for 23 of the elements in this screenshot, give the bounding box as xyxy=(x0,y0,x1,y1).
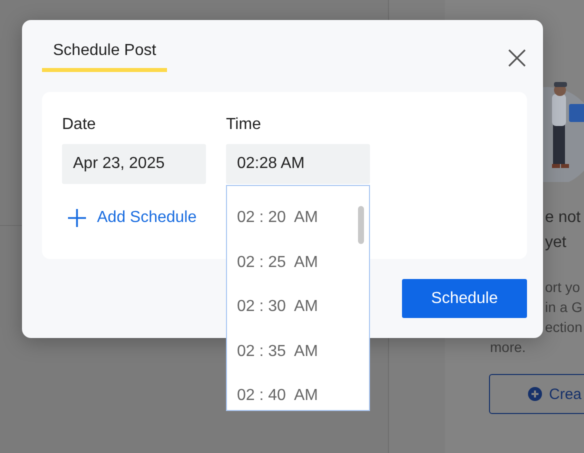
time-option[interactable]: 02 : 40 AM xyxy=(227,376,369,410)
field-label: Date xyxy=(62,116,97,135)
time-option[interactable]: 02 : 30 AM xyxy=(227,287,369,332)
empty-state-title: yet xyxy=(545,233,568,253)
empty-state-text: in a G xyxy=(545,298,584,317)
schedule-button[interactable]: Schedule xyxy=(402,279,527,318)
empty-state-title: e not xyxy=(545,208,582,228)
scrollbar-thumb[interactable] xyxy=(358,206,364,244)
time-option[interactable]: 02 : 35 AM xyxy=(227,332,369,376)
empty-state-text: ection xyxy=(545,318,584,337)
time-option[interactable]: 02 : 20 AM xyxy=(227,198,369,242)
create-button[interactable]: Crea xyxy=(489,374,584,414)
field-label: Time xyxy=(226,116,262,135)
time-field[interactable]: 02:28 AM xyxy=(226,144,370,184)
close-icon[interactable] xyxy=(507,48,527,68)
time-option[interactable]: 02 : 25 AM xyxy=(227,242,369,287)
plus-circle-icon xyxy=(528,387,542,401)
tab[interactable]: Schedule Post xyxy=(42,40,168,72)
date-field[interactable]: Apr 23, 2025 xyxy=(62,144,206,184)
plus-icon xyxy=(67,208,87,228)
empty-state-text: ort yo xyxy=(545,278,582,297)
add-schedule-link[interactable]: Add Schedule xyxy=(62,208,197,228)
empty-state-text: more. xyxy=(489,338,527,357)
